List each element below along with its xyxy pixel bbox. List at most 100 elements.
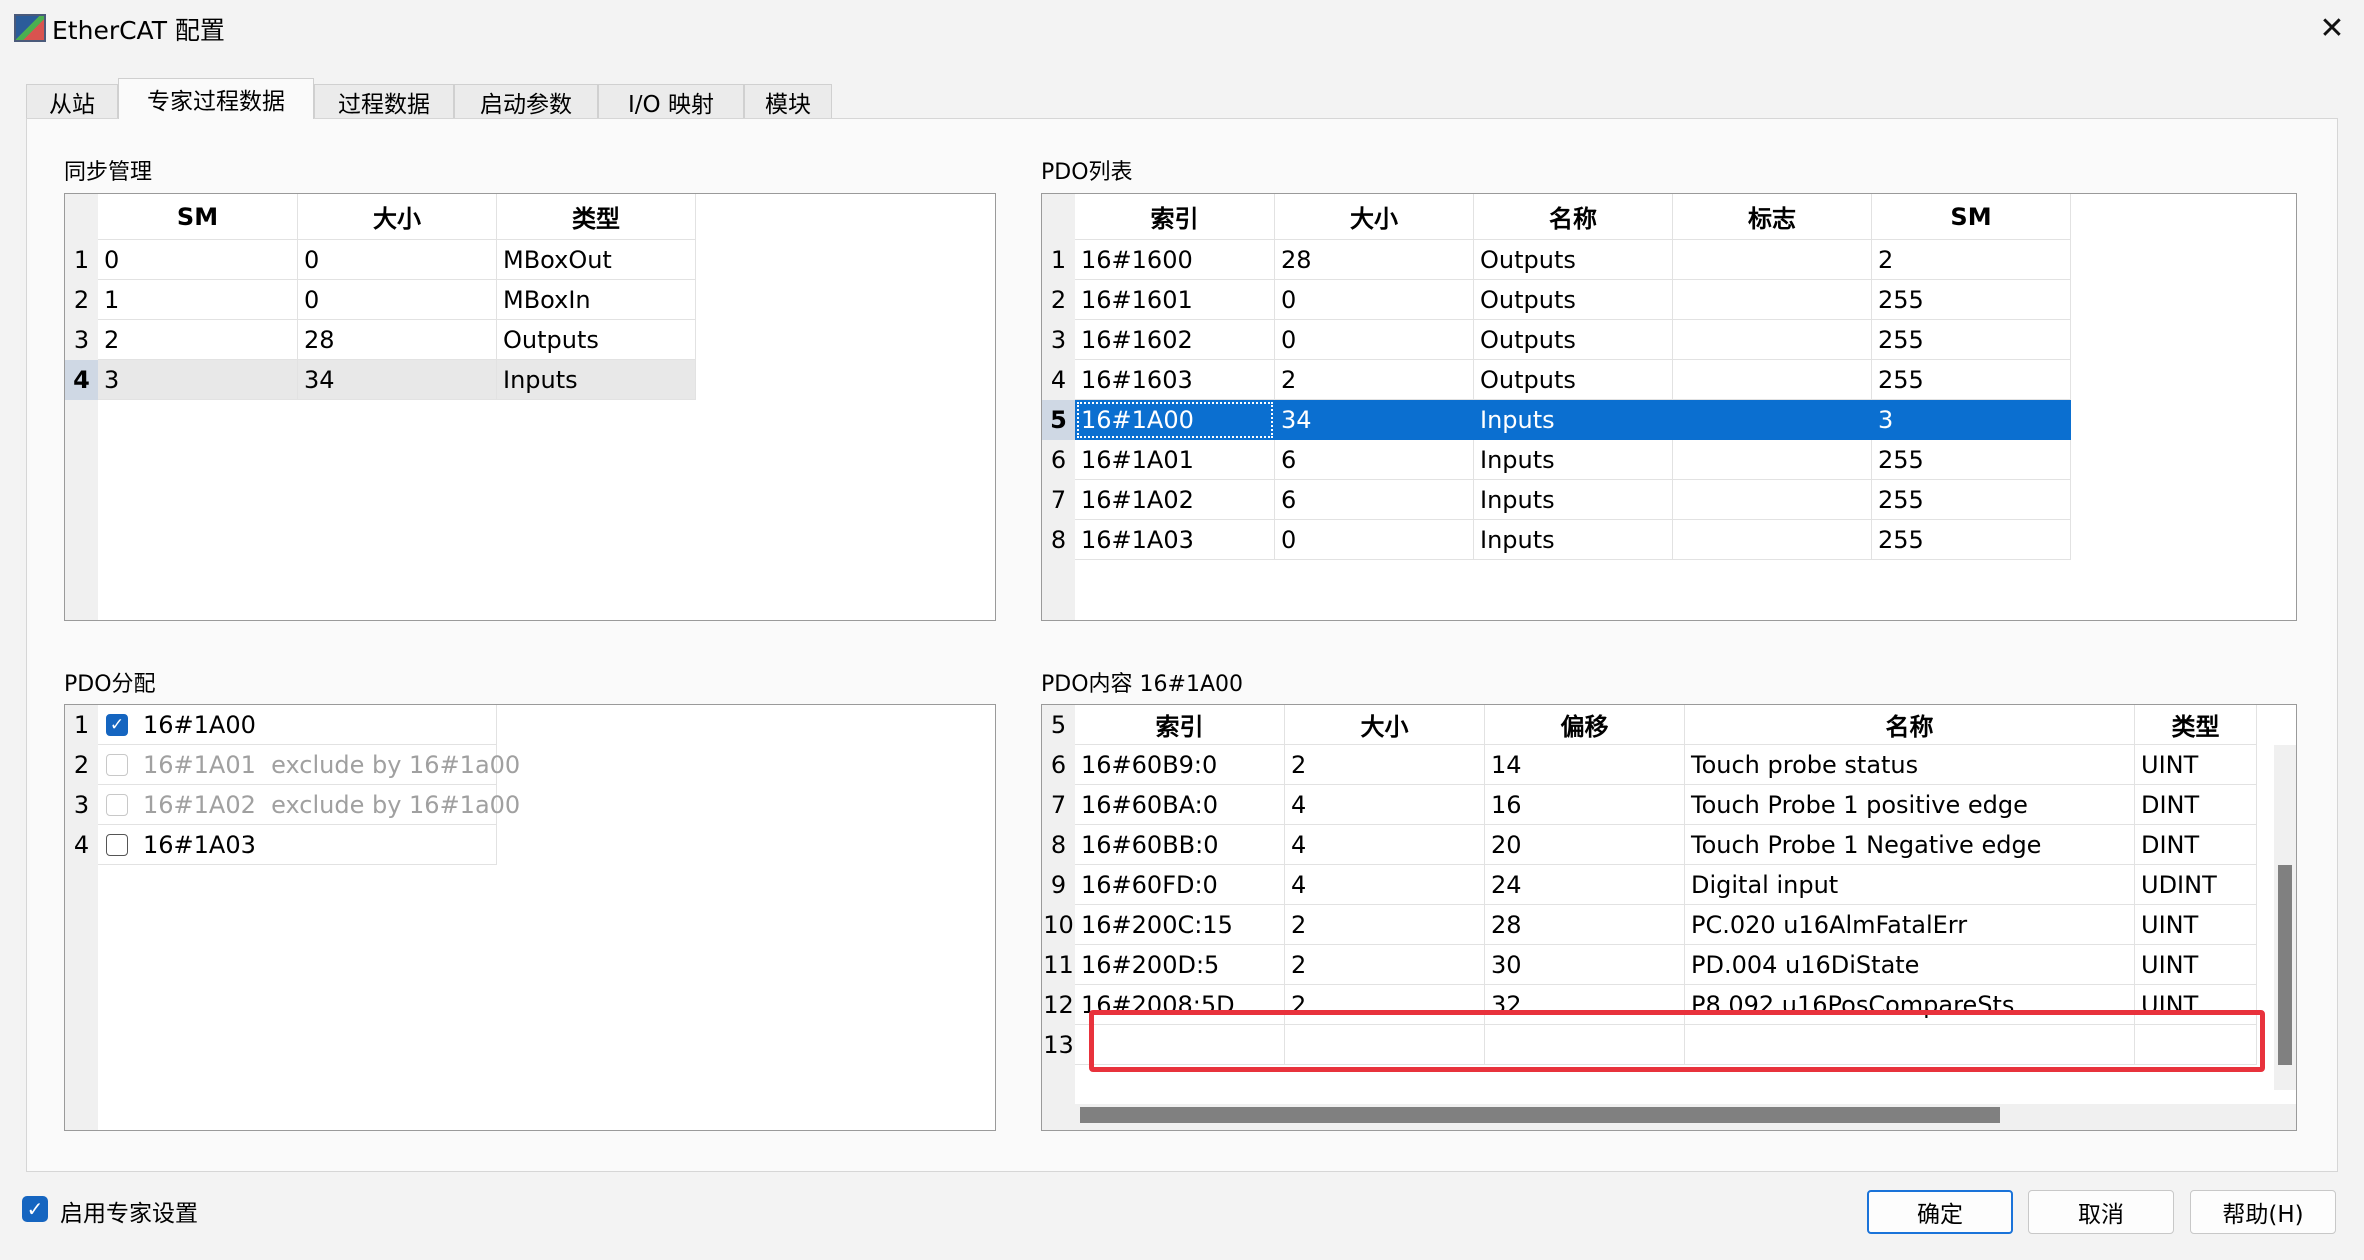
pdo-row-number[interactable]: 1 xyxy=(1042,240,1075,280)
content-cell-offset[interactable]: 20 xyxy=(1485,825,1685,865)
sm-cell-type[interactable]: MBoxOut xyxy=(497,240,696,280)
pdo-cell-sm[interactable]: 255 xyxy=(1872,480,2071,520)
pdo-cell-flags[interactable] xyxy=(1673,480,1872,520)
pdo-cell-name[interactable]: Inputs xyxy=(1474,520,1673,560)
pdo-cell-name[interactable]: Inputs xyxy=(1474,480,1673,520)
assign-row-number[interactable]: 1 xyxy=(65,705,98,745)
assign-checkbox[interactable]: ✓ xyxy=(106,714,128,736)
pdo-cell-size[interactable]: 0 xyxy=(1275,520,1474,560)
pdo-cell-size[interactable]: 6 xyxy=(1275,480,1474,520)
content-cell-index[interactable]: 16#60BB:0 xyxy=(1075,825,1285,865)
content-cell-index[interactable]: 16#60FD:0 xyxy=(1075,865,1285,905)
pdo-cell-flags[interactable] xyxy=(1673,400,1872,440)
pdo-cell-name[interactable]: Outputs xyxy=(1474,240,1673,280)
pdo-cell-sm[interactable]: 255 xyxy=(1872,440,2071,480)
content-row-number[interactable]: 6 xyxy=(1042,745,1075,785)
content-horizontal-scroll-thumb[interactable] xyxy=(1080,1107,2000,1123)
pdo-cell-index[interactable]: 16#1A02 xyxy=(1075,480,1275,520)
sm-cell-sm[interactable]: 2 xyxy=(98,320,298,360)
sm-cell-size[interactable]: 34 xyxy=(298,360,497,400)
ok-button[interactable]: 确定 xyxy=(1867,1190,2013,1234)
pdo-list-grid[interactable]: 索引 大小 名称 标志 SM 1 16#1600 28 Outputs 2 2 16#1601 0 Out… xyxy=(1041,193,2297,621)
content-col-header-4[interactable]: 类型 xyxy=(2135,705,2257,745)
sync-manager-grid[interactable]: SM 大小 类型 1 0 0 MBoxOut 2 1 0 MBoxIn 3 2 28 Outputs 4 3 34… xyxy=(64,193,996,621)
assign-checkbox[interactable] xyxy=(106,754,128,776)
content-cell-offset[interactable]: 30 xyxy=(1485,945,1685,985)
sm-cell-type[interactable]: MBoxIn xyxy=(497,280,696,320)
sm-col-header-0[interactable]: SM xyxy=(98,194,298,240)
pdo-cell-size[interactable]: 28 xyxy=(1275,240,1474,280)
pdo-row-number[interactable]: 7 xyxy=(1042,480,1075,520)
sm-cell-type[interactable]: Outputs xyxy=(497,320,696,360)
content-cell-type[interactable]: UINT xyxy=(2135,745,2257,785)
assign-row-number[interactable]: 3 xyxy=(65,785,98,825)
pdo-row-number[interactable]: 5 xyxy=(1042,400,1075,440)
close-icon[interactable]: ✕ xyxy=(2300,0,2364,56)
content-cell-offset[interactable]: 16 xyxy=(1485,785,1685,825)
content-cell-name[interactable]: Touch Probe 1 positive edge xyxy=(1685,785,2135,825)
content-cell-offset[interactable]: 24 xyxy=(1485,865,1685,905)
content-cell-size[interactable]: 4 xyxy=(1285,825,1485,865)
pdo-cell-size[interactable]: 34 xyxy=(1275,400,1474,440)
content-row-number[interactable]: 10 xyxy=(1042,905,1075,945)
pdo-cell-name[interactable]: Inputs xyxy=(1474,400,1673,440)
content-row-number[interactable]: 8 xyxy=(1042,825,1075,865)
content-col-header-1[interactable]: 大小 xyxy=(1285,705,1485,745)
content-cell-name[interactable]: Touch probe status xyxy=(1685,745,2135,785)
pdo-cell-flags[interactable] xyxy=(1673,360,1872,400)
pdo-cell-name[interactable]: Outputs xyxy=(1474,360,1673,400)
pdo-cell-flags[interactable] xyxy=(1673,320,1872,360)
pdo-cell-index[interactable]: 16#1A00 xyxy=(1075,400,1275,440)
content-cell-type[interactable]: DINT xyxy=(2135,785,2257,825)
expert-settings-checkbox[interactable]: ✓ xyxy=(22,1196,48,1222)
help-button[interactable]: 帮助(H) xyxy=(2190,1190,2336,1234)
pdo-cell-size[interactable]: 2 xyxy=(1275,360,1474,400)
content-vertical-scroll-thumb[interactable] xyxy=(2278,865,2292,1065)
pdo-assign-grid[interactable]: 1 ✓ 16#1A00 2 16#1A01 exclude by 16#1a00 3 16#… xyxy=(64,704,996,1131)
pdo-cell-sm[interactable]: 2 xyxy=(1872,240,2071,280)
content-row-number[interactable]: 7 xyxy=(1042,785,1075,825)
pdo-cell-flags[interactable] xyxy=(1673,240,1872,280)
content-cell-name[interactable]: Touch Probe 1 Negative edge xyxy=(1685,825,2135,865)
pdo-col-header-3[interactable]: 标志 xyxy=(1673,194,1872,240)
tab-3[interactable]: 启动参数 xyxy=(454,84,598,118)
pdo-row-number[interactable]: 3 xyxy=(1042,320,1075,360)
content-cell-name[interactable]: Digital input xyxy=(1685,865,2135,905)
pdo-cell-size[interactable]: 0 xyxy=(1275,320,1474,360)
content-cell-size[interactable]: 2 xyxy=(1285,745,1485,785)
content-cell-offset[interactable]: 28 xyxy=(1485,905,1685,945)
pdo-cell-name[interactable]: Outputs xyxy=(1474,320,1673,360)
content-cell-index[interactable]: 16#200D:5 xyxy=(1075,945,1285,985)
sm-cell-type[interactable]: Inputs xyxy=(497,360,696,400)
pdo-row-number[interactable]: 4 xyxy=(1042,360,1075,400)
tab-2[interactable]: 过程数据 xyxy=(314,84,454,118)
pdo-cell-sm[interactable]: 255 xyxy=(1872,320,2071,360)
content-row-number[interactable]: 9 xyxy=(1042,865,1075,905)
pdo-cell-index[interactable]: 16#1A01 xyxy=(1075,440,1275,480)
sm-row-number[interactable]: 2 xyxy=(65,280,98,320)
tab-4[interactable]: I/O 映射 xyxy=(598,84,744,118)
pdo-cell-index[interactable]: 16#1601 xyxy=(1075,280,1275,320)
tab-5[interactable]: 模块 xyxy=(744,84,832,118)
pdo-row-number[interactable]: 2 xyxy=(1042,280,1075,320)
content-cell-offset[interactable]: 14 xyxy=(1485,745,1685,785)
content-cell-type[interactable]: DINT xyxy=(2135,825,2257,865)
sm-row-number[interactable]: 3 xyxy=(65,320,98,360)
sm-cell-sm[interactable]: 1 xyxy=(98,280,298,320)
assign-row-number[interactable]: 2 xyxy=(65,745,98,785)
tab-1[interactable]: 专家过程数据 xyxy=(118,78,314,119)
content-cell-name[interactable]: PC.020 u16AlmFatalErr xyxy=(1685,905,2135,945)
pdo-col-header-2[interactable]: 名称 xyxy=(1474,194,1673,240)
assign-checkbox[interactable] xyxy=(106,834,128,856)
content-cell-index[interactable]: 16#200C:15 xyxy=(1075,905,1285,945)
content-cell-size[interactable]: 4 xyxy=(1285,785,1485,825)
sm-cell-size[interactable]: 0 xyxy=(298,280,497,320)
pdo-cell-flags[interactable] xyxy=(1673,280,1872,320)
sm-col-header-1[interactable]: 大小 xyxy=(298,194,497,240)
pdo-cell-name[interactable]: Outputs xyxy=(1474,280,1673,320)
assign-checkbox[interactable] xyxy=(106,794,128,816)
pdo-cell-size[interactable]: 6 xyxy=(1275,440,1474,480)
pdo-cell-sm[interactable]: 3 xyxy=(1872,400,2071,440)
assign-row-number[interactable]: 4 xyxy=(65,825,98,865)
content-row-number[interactable]: 11 xyxy=(1042,945,1075,985)
